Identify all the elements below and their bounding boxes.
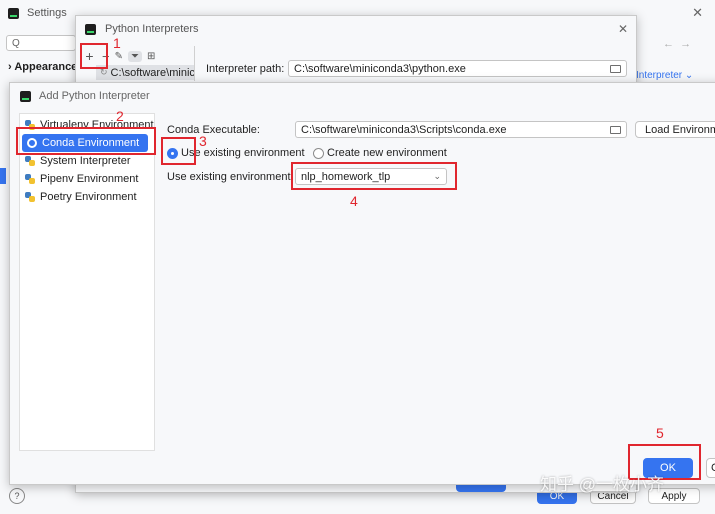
watermark: 知乎 @一枚小齐 — [540, 475, 664, 494]
edit-icon[interactable]: ✎ — [115, 51, 123, 62]
interpreters-title: Python Interpreters — [105, 23, 199, 35]
pycharm-icon — [20, 90, 31, 102]
nav-pipenv-label: Pipenv Environment — [40, 173, 139, 185]
interpreter-list-label: C:\software\minic — [110, 66, 194, 79]
folder-icon[interactable] — [610, 126, 621, 134]
tree-icon[interactable]: ⊞ — [147, 51, 155, 62]
add-dialog-cancel-button[interactable]: C — [706, 458, 715, 478]
chevron-down-icon: ⌄ — [433, 171, 441, 181]
nav-conda-label: Conda Environment — [42, 137, 140, 149]
conda-executable-value: C:\software\miniconda3\Scripts\conda.exe — [301, 123, 507, 136]
create-new-radio[interactable]: Create new environment — [313, 147, 447, 159]
chevron-right-icon: › — [8, 61, 12, 73]
nav-virtualenv-label: Virtualenv Environment — [40, 119, 154, 131]
pycharm-icon — [85, 23, 96, 35]
nav-system[interactable]: System Interpreter — [20, 152, 154, 170]
interpreters-titlebar: Python Interpreters ✕ — [76, 16, 636, 42]
settings-search-input[interactable]: Q — [6, 35, 76, 51]
conda-executable-label: Conda Executable: — [167, 124, 260, 136]
folder-icon[interactable] — [610, 65, 621, 73]
nav-system-label: System Interpreter — [40, 155, 131, 167]
spinner-icon: ↻ — [100, 67, 108, 77]
environment-select-value: nlp_homework_tlp — [301, 170, 391, 183]
conda-executable-field[interactable]: C:\software\miniconda3\Scripts\conda.exe — [295, 121, 627, 138]
search-icon: Q — [12, 37, 20, 49]
interpreter-link-label: Interpreter — [636, 70, 683, 81]
use-existing-env-label: Use existing environment: — [167, 171, 294, 183]
interpreter-path-value: C:\software\miniconda3\python.exe — [294, 62, 466, 75]
annotation-number-4: 4 — [350, 193, 358, 209]
nav-virtualenv[interactable]: Virtualenv Environment — [20, 116, 154, 134]
add-python-interpreter-dialog: Add Python Interpreter Virtualenv Enviro… — [9, 82, 715, 485]
pycharm-icon — [8, 7, 19, 19]
radio-selected-icon — [167, 147, 178, 159]
load-environments-label: Load Environm — [645, 123, 715, 136]
nav-poetry[interactable]: Poetry Environment — [20, 188, 154, 206]
interpreter-list-item[interactable]: ↻ C:\software\minic — [96, 65, 194, 80]
back-forward-arrows[interactable]: ← → — [663, 38, 691, 50]
help-icon: ? — [14, 491, 20, 501]
interpreter-list-divider — [194, 46, 195, 81]
annotation-number-1: 1 — [113, 35, 121, 51]
radio-unselected-icon — [313, 147, 324, 159]
close-icon[interactable]: ✕ — [692, 5, 703, 21]
settings-nav-label: Appearance — [14, 61, 78, 73]
close-icon[interactable]: ✕ — [618, 22, 628, 36]
annotation-number-2: 2 — [116, 108, 124, 124]
annotation-number-3: 3 — [199, 133, 207, 149]
annotation-number-5: 5 — [656, 425, 664, 441]
environment-select[interactable]: nlp_homework_tlp ⌄ — [295, 168, 447, 185]
add-icon[interactable]: + — [82, 48, 97, 64]
add-dialog-cancel-label: C — [711, 462, 715, 474]
use-existing-radio[interactable]: Use existing environment — [167, 147, 305, 159]
load-environments-button[interactable]: Load Environm — [635, 121, 715, 138]
settings-nav-appearance[interactable]: › Appearance — [8, 61, 77, 73]
settings-title: Settings — [27, 7, 67, 19]
interpreter-path-field[interactable]: C:\software\miniconda3\python.exe — [288, 60, 627, 77]
remove-icon[interactable]: − — [102, 49, 110, 64]
help-button[interactable]: ? — [9, 488, 25, 504]
nav-pipenv[interactable]: Pipenv Environment — [20, 170, 154, 188]
python-icon — [25, 156, 35, 166]
nav-conda[interactable]: Conda Environment — [22, 134, 148, 152]
python-icon — [25, 174, 35, 184]
nav-poetry-label: Poetry Environment — [40, 191, 137, 203]
conda-icon — [27, 138, 37, 148]
filter-icon[interactable]: ⏷ — [127, 50, 142, 62]
add-dialog-title: Add Python Interpreter — [39, 90, 150, 102]
create-new-radio-label: Create new environment — [327, 147, 447, 159]
add-dialog-titlebar: Add Python Interpreter — [10, 83, 715, 109]
environment-type-list: Virtualenv Environment Conda Environment… — [19, 113, 155, 451]
selected-nav-marker — [0, 168, 6, 184]
interpreter-link[interactable]: Interpreter ⌄ — [636, 70, 693, 81]
python-icon — [25, 120, 35, 130]
settings-apply-label: Apply — [661, 490, 687, 502]
interpreter-path-label: Interpreter path: — [206, 63, 285, 75]
python-icon — [25, 192, 35, 202]
chevron-down-icon: ⌄ — [682, 70, 694, 81]
